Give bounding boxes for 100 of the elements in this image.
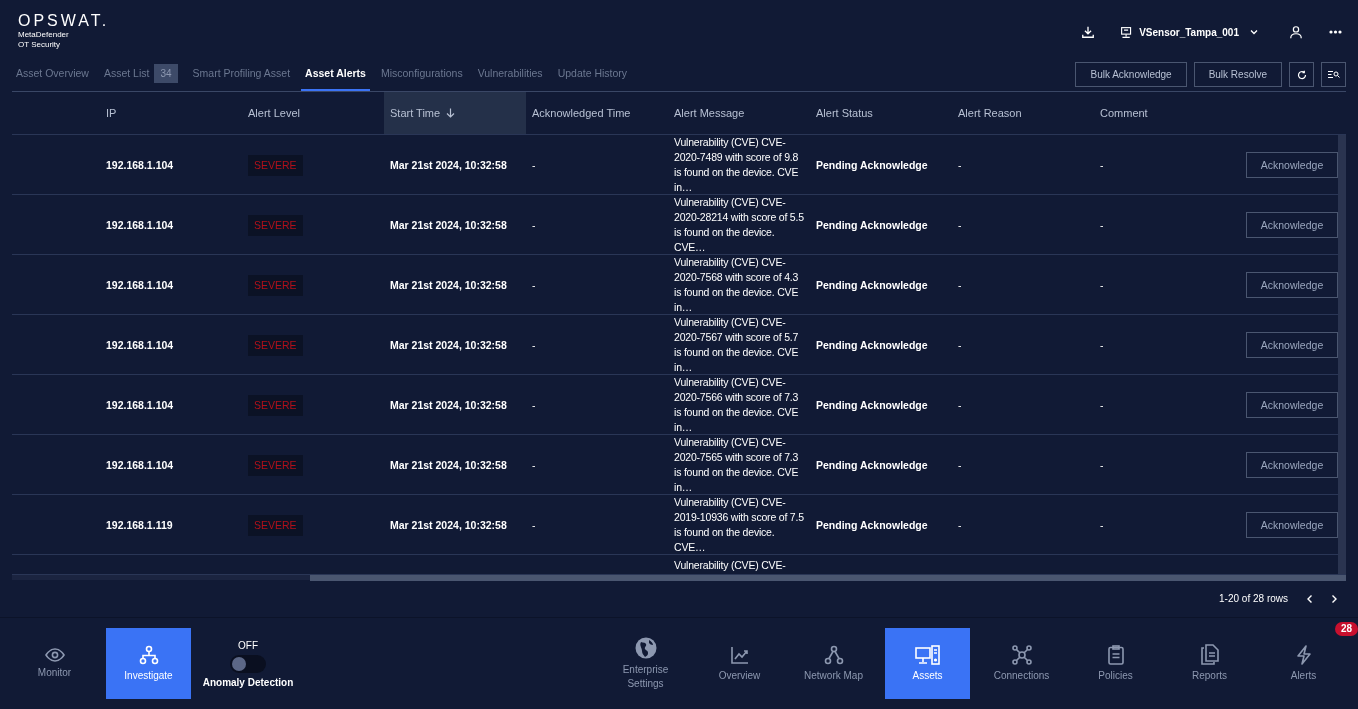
acknowledged-time-cell-text: -	[531, 397, 537, 413]
tab[interactable]: Vulnerabilities	[473, 58, 547, 92]
acknowledged-time-cell-text: -	[531, 157, 537, 173]
acknowledge-button[interactable]: Acknowledge	[1246, 152, 1338, 179]
start-time-cell-text: Mar 21st 2024, 10:32:58	[389, 517, 508, 533]
nav-item[interactable]: Enterprise Settings	[603, 628, 688, 699]
hierarchy-icon	[138, 644, 159, 665]
start-time-cell-text: Mar 21st 2024, 10:32:58	[389, 397, 508, 413]
alert-message-cell-text: Vulnerability (CVE) CVE-2020-7489 with score of 9.8 is found on the device. CVE in…	[673, 135, 800, 196]
ip-cell-text: 192.168.1.104	[105, 457, 175, 473]
nav-item[interactable]: Policies	[1073, 628, 1158, 699]
alert-message-cell-text: Vulnerability (CVE) CVE-2020-7566 with score of 7.3 is found on the device. CVE in…	[673, 375, 800, 436]
acknowledge-button[interactable]: Acknowledge	[1246, 392, 1338, 419]
acknowledge-button[interactable]: Acknowledge	[1246, 272, 1338, 299]
sensor-selector[interactable]: VSensor_Tampa_001	[1120, 24, 1259, 40]
acknowledged-time-cell-text: -	[531, 517, 537, 533]
tab[interactable]: Update History	[553, 58, 632, 92]
column-header[interactable]: Start Time	[384, 92, 526, 135]
severity-badge: SEVERE	[248, 454, 303, 477]
acknowledged-time-cell-text: -	[531, 277, 537, 293]
alert-reason-cell-text: -	[957, 457, 963, 473]
tab[interactable]: Asset List 34	[99, 58, 182, 92]
previous-page-icon[interactable]	[1306, 593, 1314, 604]
toggle-state-label: OFF	[238, 638, 258, 653]
column-header[interactable]: Alert Level	[242, 92, 384, 135]
acknowledge-button[interactable]: Acknowledge	[1246, 452, 1338, 479]
comment-cell-text: -	[1099, 277, 1105, 293]
start-time-cell-text: Mar 21st 2024, 10:32:58	[389, 337, 508, 353]
start-time-cell-text: Mar 21st 2024, 10:32:58	[389, 457, 508, 473]
column-header[interactable]: Alert Reason	[952, 92, 1094, 135]
nav-item[interactable]: Assets	[885, 628, 970, 699]
toggle-label: Anomaly Detection	[202, 675, 294, 690]
alert-reason-cell-text: -	[957, 157, 963, 173]
column-header[interactable]: Comment	[1094, 92, 1236, 135]
acknowledged-time-cell-text: -	[531, 457, 537, 473]
alert-status-cell-text: Pending Acknowledge	[815, 397, 929, 413]
tab[interactable]: Asset Alerts	[301, 58, 370, 92]
product-name: MetaDefender	[18, 30, 70, 40]
vertical-scrollbar[interactable]	[1338, 135, 1346, 575]
alert-reason-cell-text: -	[957, 517, 963, 533]
nav-item[interactable]: Investigate	[106, 628, 191, 699]
ip-cell-text: 192.168.1.104	[105, 217, 175, 233]
lightning-icon	[1295, 644, 1312, 665]
nav-item[interactable]: Network Map	[791, 628, 876, 699]
comment-cell-text: -	[1099, 457, 1105, 473]
refresh-button[interactable]	[1289, 62, 1314, 88]
count-badge: 34	[154, 64, 178, 84]
acknowledge-button[interactable]: Acknowledge	[1246, 212, 1338, 239]
sensor-name: VSensor_Tampa_001	[1139, 25, 1239, 40]
alert-status-cell-text: Pending Acknowledge	[815, 157, 929, 173]
alert-message-cell-text: Vulnerability (CVE) CVE-2019-10936 with score of 7.5 is found on the device. CVE…	[673, 495, 805, 556]
acknowledge-button[interactable]: Acknowledge	[1246, 332, 1338, 359]
comment-cell-text: -	[1099, 397, 1105, 413]
alert-message-cell-text: Vulnerability (CVE) CVE-2020-28214 with score of 5.5 is found on the device. CVE…	[673, 195, 805, 256]
alert-status-cell-text: Pending Acknowledge	[815, 457, 929, 473]
user-icon[interactable]	[1289, 25, 1303, 39]
severity-badge: SEVERE	[248, 274, 303, 297]
alert-reason-cell-text: -	[957, 217, 963, 233]
tab[interactable]: Asset Overview	[12, 58, 93, 92]
monitor-icon	[1120, 25, 1134, 39]
next-page-icon[interactable]	[1330, 593, 1338, 604]
ip-cell-text: 192.168.1.104	[105, 157, 175, 173]
chevron-down-icon	[1249, 27, 1259, 37]
product-subtitle: OT Security	[18, 40, 62, 50]
column-header[interactable]: IP	[100, 92, 242, 135]
logo: OPSWAT.	[18, 12, 110, 30]
alert-message-cell-text: Vulnerability (CVE) CVE-2020-7568 with score of 4.3 is found on the device. CVE in…	[673, 255, 800, 316]
nav-item[interactable]: Connections	[979, 628, 1064, 699]
column-header[interactable]: Acknowledged Time	[526, 92, 668, 135]
action-button[interactable]: Bulk Resolve	[1193, 62, 1282, 88]
alert-status-cell-text: Pending Acknowledge	[815, 517, 929, 533]
ip-cell-text: 192.168.1.104	[105, 337, 175, 353]
notification-badge: 28	[1334, 622, 1358, 636]
download-icon[interactable]	[1081, 25, 1096, 39]
column-header[interactable]: Alert Message	[668, 92, 810, 135]
severity-badge: SEVERE	[248, 154, 303, 177]
column-header[interactable]: Alert Status	[810, 92, 952, 135]
nav-item[interactable]: Overview	[697, 628, 782, 699]
alert-message-cell-text: Vulnerability (CVE) CVE-	[673, 558, 787, 574]
filter-button[interactable]	[1321, 62, 1346, 88]
nav-item[interactable]: Reports	[1167, 628, 1252, 699]
tab[interactable]: Misconfigurations	[376, 58, 467, 92]
alert-status-cell-text: Pending Acknowledge	[815, 277, 929, 293]
acknowledge-button[interactable]: Acknowledge	[1246, 512, 1338, 539]
computer-icon	[914, 644, 941, 665]
action-button[interactable]: Bulk Acknowledge	[1075, 62, 1187, 88]
alert-status-cell-text: Pending Acknowledge	[815, 337, 929, 353]
clipboard-icon	[1107, 644, 1124, 665]
severity-badge: SEVERE	[248, 334, 303, 357]
anomaly-toggle[interactable]	[230, 654, 266, 673]
severity-badge: SEVERE	[248, 394, 303, 417]
alert-status-cell-text: Pending Acknowledge	[815, 217, 929, 233]
connections-icon	[1011, 644, 1032, 665]
sort-down-icon	[446, 108, 456, 119]
tab[interactable]: Smart Profiling Asset	[188, 58, 295, 92]
horizontal-scrollbar[interactable]	[310, 575, 1346, 582]
acknowledged-time-cell-text: -	[531, 217, 537, 233]
start-time-cell-text: Mar 21st 2024, 10:32:58	[389, 277, 508, 293]
nav-item[interactable]: Monitor	[12, 628, 97, 699]
more-icon[interactable]	[1329, 30, 1342, 34]
